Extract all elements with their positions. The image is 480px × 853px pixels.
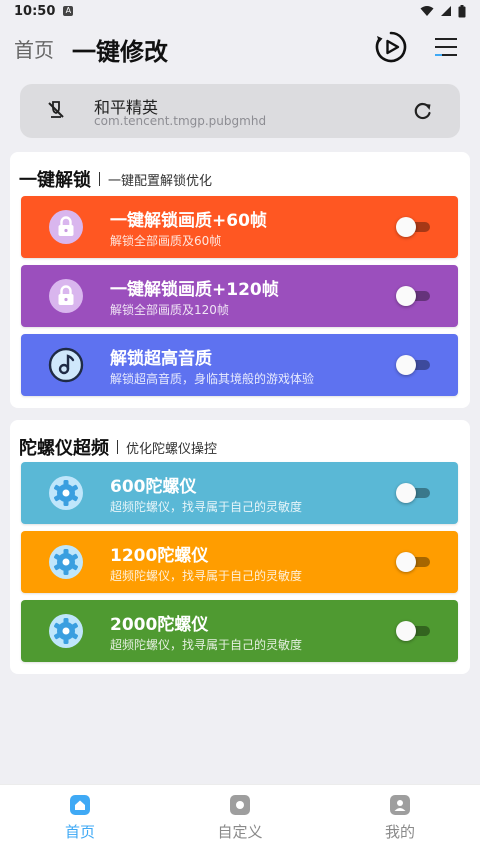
page-title: 一键修改 <box>72 38 168 66</box>
section-title: 陀螺仪超频 <box>19 438 109 459</box>
toggle-switch[interactable] <box>396 483 430 503</box>
refresh-icon[interactable] <box>412 100 434 122</box>
nav-profile[interactable]: 我的 <box>360 795 440 842</box>
row-title: 600陀螺仪 <box>110 477 197 497</box>
toggle-switch[interactable] <box>396 355 430 375</box>
section-subtitle: 一键配置解锁优化 <box>108 173 213 189</box>
profile-icon <box>390 795 410 815</box>
app-package: com.tencent.tmgp.pubgmhd <box>94 114 267 128</box>
unlock-section: 一键解锁 一键配置解锁优化 一键解锁画质+60帧 解锁全部画质及60帧 一键解锁… <box>10 152 470 408</box>
nav-home[interactable]: 首页 <box>40 795 120 842</box>
unlock-60fps-row[interactable]: 一键解锁画质+60帧 解锁全部画质及60帧 <box>21 196 458 258</box>
row-description: 解锁全部画质及120帧 <box>110 303 229 317</box>
toggle-switch[interactable] <box>396 621 430 641</box>
wifi-icon <box>420 6 434 16</box>
nav-custom[interactable]: 自定义 <box>200 795 280 842</box>
unlock-120fps-row[interactable]: 一键解锁画质+120帧 解锁全部画质及120帧 <box>21 265 458 327</box>
play-circle-icon[interactable] <box>374 30 408 64</box>
section-header: 陀螺仪超频 优化陀螺仪操控 <box>19 434 217 460</box>
lock-icon <box>49 210 83 244</box>
status-bar: 10:50 A <box>0 0 480 22</box>
toggle-switch[interactable] <box>396 286 430 306</box>
row-title: 1200陀螺仪 <box>110 546 209 566</box>
divider <box>117 440 118 454</box>
notification-icon: A <box>63 6 74 16</box>
gear-icon <box>49 614 83 648</box>
signal-icon <box>441 6 451 16</box>
back-home-link[interactable]: 首页 <box>14 34 54 63</box>
menu-icon[interactable] <box>428 30 462 64</box>
row-description: 超频陀螺仪，找寻属于自己的灵敏度 <box>110 569 303 583</box>
app-disabled-icon <box>48 101 64 118</box>
row-title: 一键解锁画质+120帧 <box>110 280 279 300</box>
gyro-600-row[interactable]: 600陀螺仪 超频陀螺仪，找寻属于自己的灵敏度 <box>21 462 458 524</box>
bottom-nav: 首页 自定义 我的 <box>0 784 480 853</box>
gyro-2000-row[interactable]: 2000陀螺仪 超频陀螺仪，找寻属于自己的灵敏度 <box>21 600 458 662</box>
toggle-switch[interactable] <box>396 217 430 237</box>
nav-label: 我的 <box>384 823 415 841</box>
custom-icon <box>230 795 250 815</box>
row-title: 解锁超高音质 <box>110 349 212 369</box>
home-icon <box>70 795 90 815</box>
section-title: 一键解锁 <box>19 170 91 191</box>
section-header: 一键解锁 一键配置解锁优化 <box>19 166 212 192</box>
nav-label: 自定义 <box>217 823 263 841</box>
selected-app-card[interactable]: 和平精英 com.tencent.tmgp.pubgmhd <box>20 84 460 138</box>
hq-audio-row[interactable]: 解锁超高音质 解锁超高音质，身临其境般的游戏体验 <box>21 334 458 396</box>
row-title: 一键解锁画质+60帧 <box>110 211 267 231</box>
section-subtitle: 优化陀螺仪操控 <box>126 441 218 457</box>
row-description: 解锁全部画质及60帧 <box>110 234 222 248</box>
row-description: 超频陀螺仪，找寻属于自己的灵敏度 <box>110 500 303 514</box>
divider <box>99 172 100 186</box>
music-icon <box>48 347 84 383</box>
row-description: 解锁超高音质，身临其境般的游戏体验 <box>110 372 315 386</box>
battery-icon <box>458 4 466 17</box>
gyro-section: 陀螺仪超频 优化陀螺仪操控 600陀螺仪 超频陀螺仪，找寻属于自己的灵敏度 12… <box>10 420 470 674</box>
row-title: 2000陀螺仪 <box>110 615 209 635</box>
app-header: 首页 一键修改 <box>0 24 480 70</box>
gyro-1200-row[interactable]: 1200陀螺仪 超频陀螺仪，找寻属于自己的灵敏度 <box>21 531 458 593</box>
gear-icon <box>49 476 83 510</box>
status-icons <box>420 4 466 18</box>
gear-icon <box>49 545 83 579</box>
nav-label: 首页 <box>64 823 95 841</box>
toggle-switch[interactable] <box>396 552 430 572</box>
row-description: 超频陀螺仪，找寻属于自己的灵敏度 <box>110 638 303 652</box>
clock: 10:50 <box>14 3 56 19</box>
lock-icon <box>49 279 83 313</box>
